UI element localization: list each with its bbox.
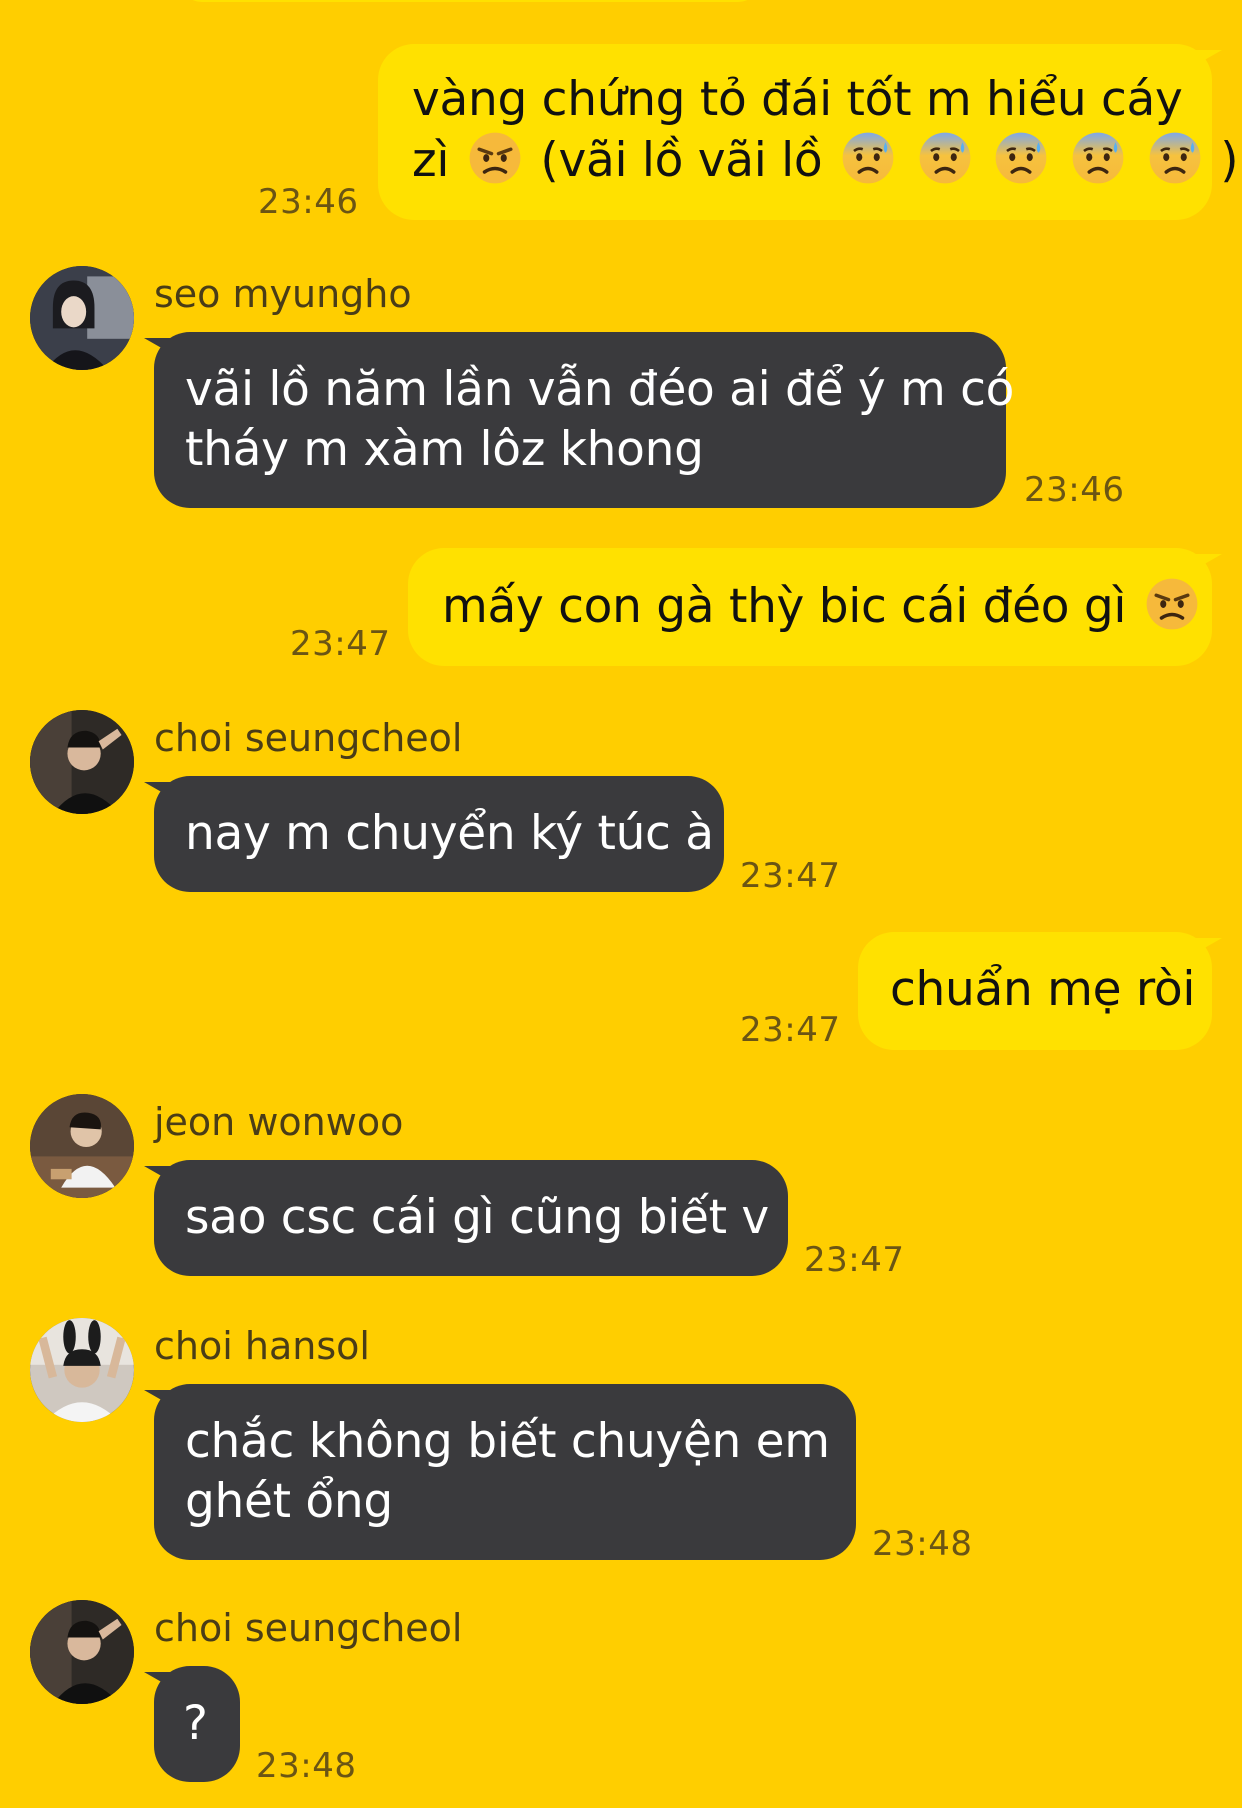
outgoing-message-bubble[interactable]: vàng chứng tỏ đái tốt m hiểu cáy zì (vãi… bbox=[378, 44, 1239, 220]
message-text: (vãi lồ vãi lồ bbox=[540, 133, 823, 188]
incoming-message-bubble[interactable]: chắc không biết chuyện em ghét ổng bbox=[144, 1384, 856, 1560]
avatar[interactable] bbox=[30, 266, 134, 370]
sender-name: choi seungcheol bbox=[154, 716, 463, 760]
avatar[interactable] bbox=[30, 1094, 134, 1198]
message-time: 23:46 bbox=[1024, 470, 1125, 510]
message-text: ) bbox=[1220, 133, 1239, 188]
message-time: 23:47 bbox=[804, 1240, 905, 1280]
message-text-line: chắc không biết chuyện em bbox=[185, 1414, 830, 1469]
message-text-line: ghét ổng bbox=[185, 1474, 393, 1529]
outgoing-message-bubble[interactable]: mấy con gà thỳ bic cái đéo gì bbox=[408, 548, 1222, 666]
message-text: chuẩn mẹ ròi bbox=[890, 962, 1196, 1017]
sender-name: jeon wonwoo bbox=[154, 1100, 404, 1144]
message-time: 23:47 bbox=[290, 624, 391, 664]
message-time: 23:47 bbox=[740, 1010, 841, 1050]
avatar[interactable] bbox=[30, 1600, 134, 1704]
sender-name: seo myungho bbox=[154, 272, 412, 316]
incoming-message-bubble[interactable]: vãi lồ năm lần vẫn đéo ai để ý m có tháy… bbox=[144, 332, 1015, 508]
incoming-message-bubble[interactable]: ? bbox=[144, 1666, 240, 1782]
sender-name: choi hansol bbox=[154, 1324, 370, 1368]
angry-face-icon bbox=[1144, 576, 1200, 632]
message-text-line: zì (vãi lồ vãi lồ ) bbox=[412, 130, 1239, 191]
anxious-face-with-sweat-icon bbox=[1147, 130, 1203, 186]
message-text: sao csc cái gì cũng biết v bbox=[185, 1190, 769, 1245]
message-text: mấy con gà thỳ bic cái đéo gì bbox=[442, 579, 1127, 634]
incoming-message-bubble[interactable]: sao csc cái gì cũng biết v bbox=[144, 1160, 788, 1276]
message-text: nay m chuyển ký túc à bbox=[185, 806, 714, 861]
previous-message-bubble-edge bbox=[180, 0, 760, 2]
anxious-face-with-sweat-icon bbox=[840, 130, 896, 186]
message-text-line: vãi lồ năm lần vẫn đéo ai để ý m có bbox=[185, 362, 1015, 417]
message-text: zì bbox=[412, 133, 450, 188]
anxious-face-with-sweat-icon bbox=[917, 130, 973, 186]
anxious-face-with-sweat-icon bbox=[993, 130, 1049, 186]
angry-face-icon bbox=[467, 130, 523, 186]
message-time: 23:46 bbox=[258, 182, 359, 222]
incoming-message-bubble[interactable]: nay m chuyển ký túc à bbox=[144, 776, 724, 892]
avatar[interactable] bbox=[30, 1318, 134, 1422]
message-time: 23:48 bbox=[872, 1524, 973, 1564]
message-time: 23:48 bbox=[256, 1746, 357, 1786]
avatar[interactable] bbox=[30, 710, 134, 814]
message-text-line: tháy m xàm lôz khong bbox=[185, 422, 704, 477]
message-text: ? bbox=[183, 1696, 208, 1751]
anxious-face-with-sweat-icon bbox=[1070, 130, 1126, 186]
message-time: 23:47 bbox=[740, 856, 841, 896]
sender-name: choi seungcheol bbox=[154, 1606, 463, 1650]
outgoing-message-bubble[interactable]: chuẩn mẹ ròi bbox=[858, 932, 1222, 1050]
message-text-line: vàng chứng tỏ đái tốt m hiểu cáy bbox=[412, 72, 1183, 127]
chat-thread: 23:46 vàng chứng tỏ đái tốt m hiểu cáy z… bbox=[0, 0, 1242, 1808]
